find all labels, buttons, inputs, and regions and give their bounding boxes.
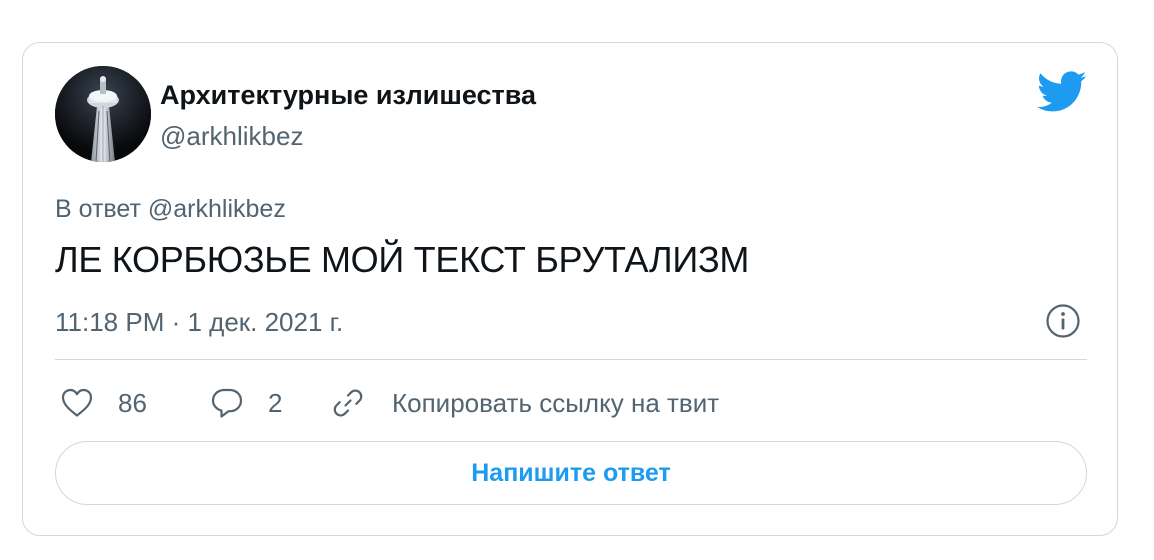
copy-link-label: Копировать ссылку на твит bbox=[392, 387, 720, 418]
heart-icon bbox=[61, 388, 93, 417]
divider bbox=[55, 359, 1087, 360]
like-count: 86 bbox=[118, 387, 147, 418]
tweet-text: ЛЕ КОРБЮЗЬЕ МОЙ ТЕКСТ БРУТАЛИЗМ bbox=[55, 239, 750, 280]
speech-bubble-icon bbox=[211, 388, 243, 418]
author-handle[interactable]: @arkhlikbez bbox=[160, 121, 303, 152]
like-button[interactable]: 86 bbox=[61, 379, 147, 427]
tweet-card: Архитектурные излишества @arkhlikbez В о… bbox=[22, 42, 1118, 536]
tweet-timestamp[interactable]: 11:18 PM · 1 дек. 2021 г. bbox=[55, 307, 343, 338]
author-display-name[interactable]: Архитектурные излишества bbox=[160, 80, 536, 111]
avatar-image bbox=[55, 66, 151, 162]
link-icon bbox=[333, 389, 363, 417]
tweet-actions: 86 2 Копировать ссылку на твит bbox=[55, 379, 1087, 427]
reply-to-label: В ответ @arkhlikbez bbox=[55, 195, 286, 223]
avatar[interactable] bbox=[55, 66, 151, 162]
copy-link-button[interactable]: Копировать ссылку на твит bbox=[331, 379, 719, 427]
reply-action-button[interactable]: 2 bbox=[211, 379, 282, 427]
twitter-bird-icon[interactable] bbox=[1037, 71, 1087, 113]
reply-count: 2 bbox=[268, 387, 283, 418]
write-reply-button[interactable]: Напишите ответ bbox=[55, 441, 1087, 505]
info-icon[interactable] bbox=[1045, 303, 1081, 339]
